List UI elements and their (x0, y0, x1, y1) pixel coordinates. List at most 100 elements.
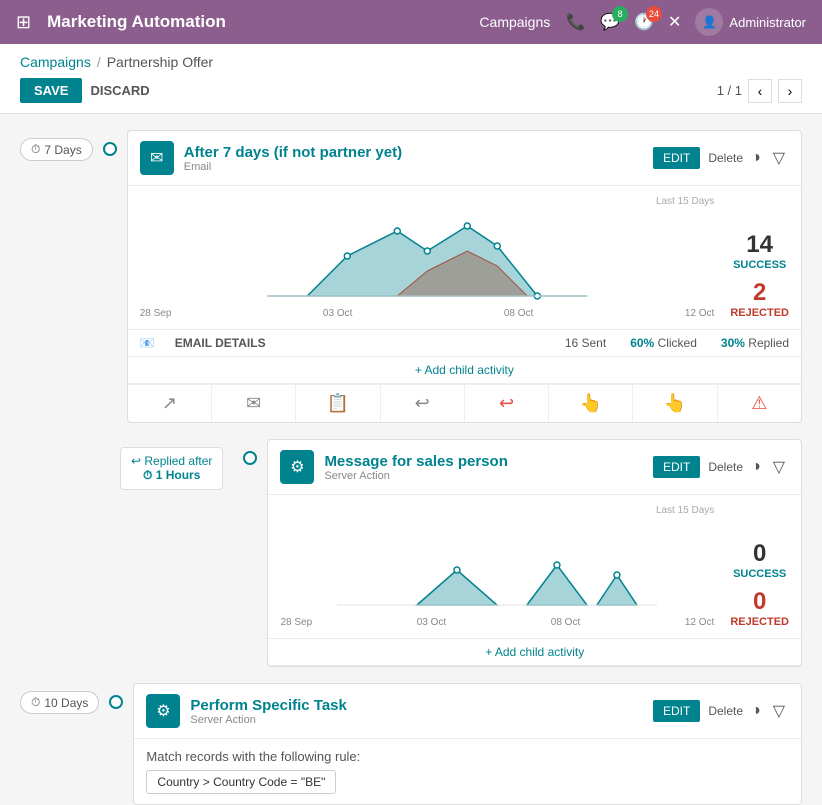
discard-button[interactable]: DISCARD (90, 83, 149, 98)
breadcrumb-bar: Campaigns / Partnership Offer SAVE DISCA… (0, 44, 822, 114)
messages-badge: 8 (612, 6, 628, 22)
filter-icon-1[interactable]: ▽ (769, 144, 789, 172)
edit-button-3[interactable]: EDIT (653, 700, 700, 722)
email-replied: 30% Replied (721, 336, 789, 350)
clock-icon-3: ⏱ (31, 695, 40, 710)
email-sent: 16 Sent (565, 336, 606, 350)
prev-page-button[interactable]: ‹ (748, 79, 772, 103)
activity-type-email[interactable]: ✉ (212, 385, 296, 422)
activity-card-2: ⚙ Message for sales person Server Action… (267, 439, 802, 667)
edit-button-1[interactable]: EDIT (653, 147, 700, 169)
pagination: 1 / 1 ‹ › (717, 79, 802, 103)
x-label-2-2: 03 Oct (417, 617, 446, 628)
x-label-1-3: 08 Oct (504, 308, 533, 319)
x-label-1-2: 03 Oct (323, 308, 352, 319)
rule-value: Country > Country Code = "BE" (146, 770, 336, 794)
x-label-2-4: 12 Oct (685, 617, 714, 628)
x-label-2-3: 08 Oct (551, 617, 580, 628)
next-page-button[interactable]: › (778, 79, 802, 103)
avatar: 👤 (695, 8, 723, 36)
chart-container-2: Last 15 Days 28 Sep (280, 505, 714, 628)
pie-chart-icon-1[interactable]: ◑ (747, 145, 765, 171)
chart-stats-1: 14 SUCCESS 2 REJECTED (730, 231, 789, 319)
chart-x-labels-1: 28 Sep 03 Oct 08 Oct 12 Oct (140, 308, 715, 319)
rejected-count-1: 2 (730, 279, 789, 307)
x-label-2-1: 28 Sep (280, 617, 312, 628)
edit-button-2[interactable]: EDIT (653, 456, 700, 478)
email-details-label: EMAIL DETAILS (175, 336, 266, 350)
email-details-icon: 📧 (140, 336, 155, 350)
delete-button-2[interactable]: Delete (708, 460, 743, 474)
card-title-section-2: Message for sales person Server Action (324, 453, 643, 482)
chart-svg-2 (280, 520, 714, 610)
card-header-1: ✉ After 7 days (if not partner yet) Emai… (128, 131, 801, 186)
chart-x-labels-2: 28 Sep 03 Oct 08 Oct 12 Oct (280, 617, 714, 628)
phone-icon[interactable]: 📞 (566, 12, 586, 32)
chart-area-2: Last 15 Days 28 Sep (268, 495, 801, 639)
filter-icon-2[interactable]: ▽ (769, 453, 789, 481)
replied-pct: 30% (721, 336, 745, 350)
chart-stats-2: 0 SUCCESS 0 REJECTED (730, 540, 789, 628)
task-rule-3: Match records with the following rule: C… (134, 739, 801, 804)
breadcrumb: Campaigns / Partnership Offer (20, 54, 802, 70)
rule-text: Match records with the following rule: (146, 749, 789, 764)
day-badge-1: ⏱ 7 Days (20, 138, 93, 161)
activity-card-1: ✉ After 7 days (if not partner yet) Emai… (127, 130, 802, 423)
save-button[interactable]: SAVE (20, 78, 82, 103)
add-child-bar-2[interactable]: + Add child activity (268, 639, 801, 666)
x-label-1-1: 28 Sep (140, 308, 172, 319)
grid-icon[interactable]: ⊞ (16, 12, 31, 33)
activity-type-cursor2[interactable]: 👆 (633, 385, 717, 422)
activity-type-warning[interactable]: ⚠ (718, 385, 801, 422)
node-circle-2 (243, 451, 257, 465)
card-title-section-3: Perform Specific Task Server Action (190, 697, 643, 726)
app-title: Marketing Automation (47, 12, 463, 32)
user-section[interactable]: 👤 Administrator (695, 8, 806, 36)
card-header-3: ⚙ Perform Specific Task Server Action ED… (134, 684, 801, 739)
delete-button-3[interactable]: Delete (708, 704, 743, 718)
close-icon[interactable]: ✕ (668, 12, 681, 32)
activity-icon[interactable]: 🕐 24 (634, 12, 654, 32)
activity-type-cursor1[interactable]: 👆 (549, 385, 633, 422)
campaign-row-3: ⏱ 10 Days ⚙ Perform Specific Task Server… (20, 683, 802, 805)
email-details-bar-1: 📧 EMAIL DETAILS 16 Sent 60% Clicked 30% … (128, 330, 801, 357)
clock-icon-1: ⏱ (31, 142, 40, 157)
success-label-1: SUCCESS (730, 259, 789, 271)
rejected-label-1: REJECTED (730, 307, 789, 319)
email-stats-row: 16 Sent 60% Clicked 30% Replied (565, 336, 789, 350)
activity-type-reply2[interactable]: ↩ (465, 385, 549, 422)
activity-badge: 24 (646, 6, 662, 22)
chart-area-1: Last 15 Days (128, 186, 801, 330)
main-content: ⏱ 7 Days ✉ After 7 days (if not partner … (0, 114, 822, 805)
chart-container-1: Last 15 Days (140, 196, 715, 319)
campaign-row-2: ↩ Replied after ⏱ 1 Hours ⚙ Message for … (120, 439, 802, 667)
server-card-icon-3: ⚙ (146, 694, 180, 728)
activity-card-3: ⚙ Perform Specific Task Server Action ED… (133, 683, 802, 805)
activity-type-doc[interactable]: 📋 (296, 385, 380, 422)
activity-type-arrow[interactable]: ↗ (128, 385, 212, 422)
action-bar: SAVE DISCARD 1 / 1 ‹ › (20, 78, 802, 113)
activity-type-reply1[interactable]: ↩ (381, 385, 465, 422)
delete-button-1[interactable]: Delete (708, 151, 743, 165)
add-child-bar-1[interactable]: + Add child activity (128, 357, 801, 384)
node-circle-3 (109, 695, 123, 709)
node-circle-1 (103, 142, 117, 156)
campaign-row-1: ⏱ 7 Days ✉ After 7 days (if not partner … (20, 130, 802, 423)
day-badge-3: ⏱ 10 Days (20, 691, 99, 714)
card-subtitle-2: Server Action (324, 470, 643, 482)
card-header-2: ⚙ Message for sales person Server Action… (268, 440, 801, 495)
card-title-section-1: After 7 days (if not partner yet) Email (184, 144, 643, 173)
card-actions-3: EDIT Delete ◑ ▽ (653, 697, 789, 725)
pie-chart-icon-2[interactable]: ◑ (747, 454, 765, 480)
card-title-3: Perform Specific Task (190, 697, 643, 714)
rejected-label-2: REJECTED (730, 616, 789, 628)
pagination-info: 1 / 1 (717, 83, 742, 98)
messages-icon[interactable]: 💬 8 (600, 12, 620, 32)
campaigns-nav-link[interactable]: Campaigns (479, 14, 550, 30)
breadcrumb-parent[interactable]: Campaigns (20, 54, 91, 70)
breadcrumb-separator: / (97, 54, 101, 70)
card-actions-2: EDIT Delete ◑ ▽ (653, 453, 789, 481)
filter-icon-3[interactable]: ▽ (769, 697, 789, 725)
pie-chart-icon-3[interactable]: ◑ (747, 698, 765, 724)
card-subtitle-3: Server Action (190, 714, 643, 726)
